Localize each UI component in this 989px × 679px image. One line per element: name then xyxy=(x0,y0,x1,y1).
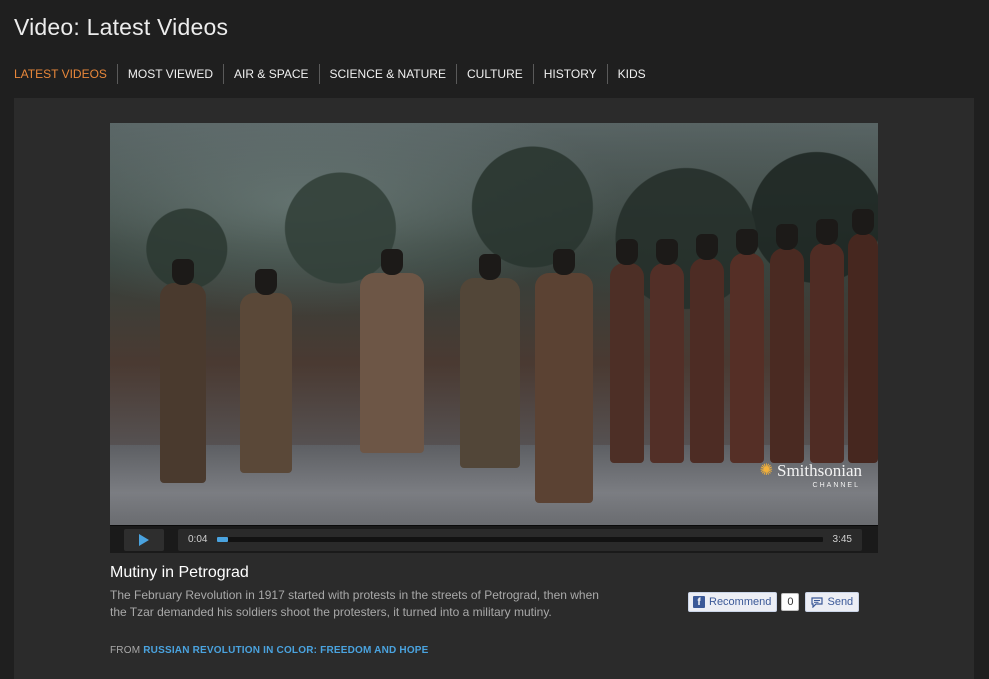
speech-bubble-icon xyxy=(811,596,824,608)
video-scene-figure xyxy=(770,224,804,463)
logo-brand-text: Smithsonian xyxy=(776,461,862,480)
nav-latest-videos[interactable]: LATEST VIDEOS xyxy=(14,64,117,84)
duration-time: 3:45 xyxy=(832,534,852,545)
progress-fill xyxy=(217,537,229,542)
player-controls: 0:04 3:45 xyxy=(110,525,878,553)
send-label: Send xyxy=(827,596,854,608)
logo-sub-text: CHANNEL xyxy=(812,482,860,489)
progress-track[interactable] xyxy=(217,537,823,542)
video-scene-figure xyxy=(360,249,424,453)
recommend-label: Recommend xyxy=(709,596,772,608)
video-scene-figure xyxy=(690,234,724,463)
video-player[interactable]: ✺ Smithsonian CHANNEL 0:04 3:45 xyxy=(110,123,878,553)
video-scene-figure xyxy=(535,249,593,503)
from-label: FROM xyxy=(110,645,141,656)
video-frame[interactable]: ✺ Smithsonian CHANNEL xyxy=(110,123,878,525)
nav-history[interactable]: HISTORY xyxy=(532,64,607,84)
page-title: Video: Latest Videos xyxy=(14,14,229,40)
video-scene-figure xyxy=(240,269,292,473)
recommend-group: f Recommend 0 xyxy=(688,592,800,612)
nav-science-nature[interactable]: SCIENCE & NATURE xyxy=(318,64,456,84)
nav-air-space[interactable]: AIR & SPACE xyxy=(223,64,318,84)
video-scene-figure xyxy=(610,239,644,463)
facebook-icon: f xyxy=(693,596,705,608)
video-scene-figure xyxy=(730,229,764,463)
video-scene-figure xyxy=(810,219,844,463)
facebook-recommend-button[interactable]: f Recommend xyxy=(688,592,778,612)
category-nav: LATEST VIDEOS MOST VIEWED AIR & SPACE SC… xyxy=(14,64,656,84)
video-scene-figure xyxy=(460,254,520,468)
video-scene-figure xyxy=(848,209,878,463)
video-description: The February Revolution in 1917 started … xyxy=(110,588,599,619)
nav-kids[interactable]: KIDS xyxy=(606,64,656,84)
recommend-count: 0 xyxy=(781,593,800,611)
timeline-bar: 0:04 3:45 xyxy=(178,528,862,551)
nav-culture[interactable]: CULTURE xyxy=(455,64,533,84)
social-buttons: f Recommend 0 Send xyxy=(688,592,860,612)
play-button[interactable] xyxy=(124,528,164,551)
current-time: 0:04 xyxy=(188,534,208,545)
video-panel: ✺ Smithsonian CHANNEL 0:04 3:45 Mutiny i… xyxy=(14,98,974,679)
play-icon xyxy=(139,533,149,546)
smithsonian-channel-logo: ✺ Smithsonian CHANNEL xyxy=(760,461,862,489)
facebook-send-button[interactable]: Send xyxy=(805,592,860,612)
sun-logo-icon: ✺ xyxy=(759,462,773,479)
video-scene-figure xyxy=(160,259,206,483)
video-title: Mutiny in Petrograd xyxy=(110,564,249,581)
nav-most-viewed[interactable]: MOST VIEWED xyxy=(116,64,223,84)
video-source: FROM RUSSIAN REVOLUTION IN COLOR: FREEDO… xyxy=(110,645,429,656)
series-link[interactable]: RUSSIAN REVOLUTION IN COLOR: FREEDOM AND… xyxy=(143,645,428,656)
video-scene-figure xyxy=(650,239,684,463)
